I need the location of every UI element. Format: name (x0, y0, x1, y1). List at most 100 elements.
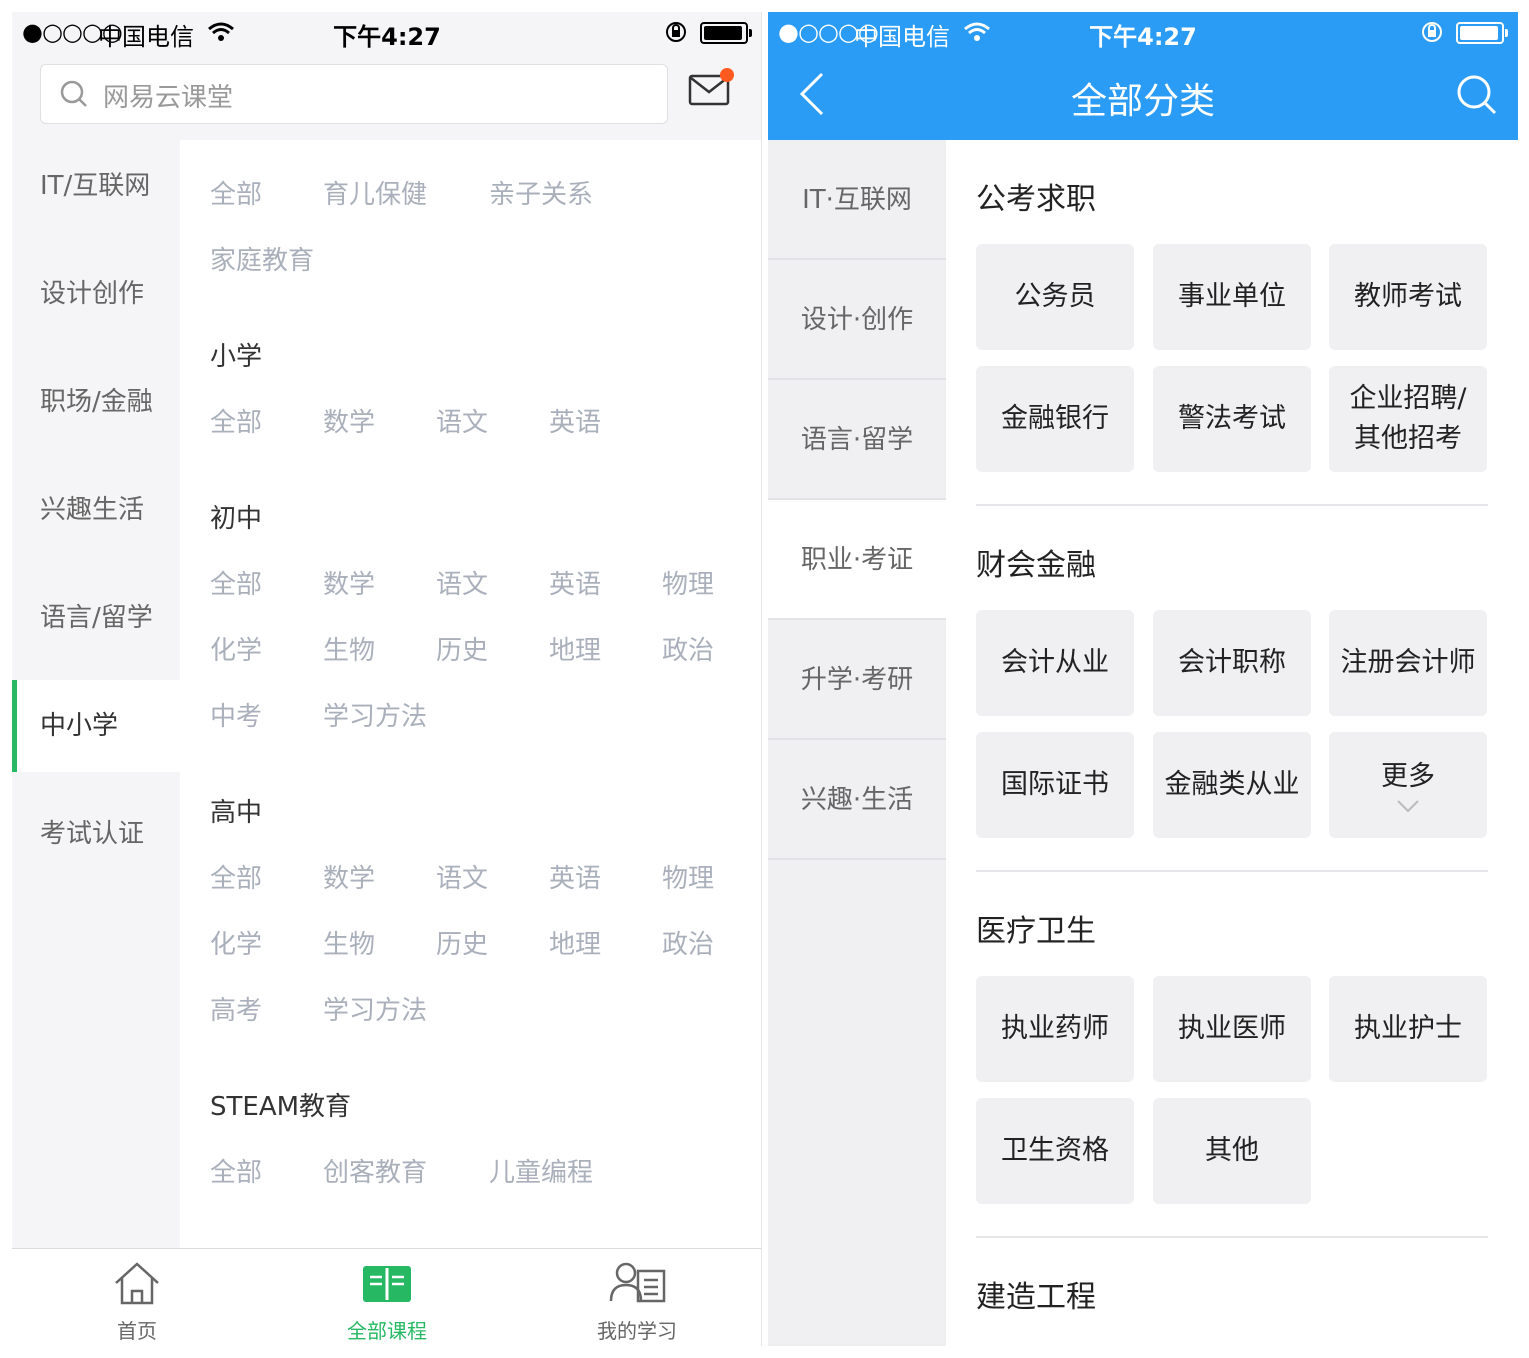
tag-zhongkao[interactable]: 中考 (210, 696, 262, 733)
category-cpa[interactable]: 注册会计师 (1329, 610, 1487, 716)
right-phone-screen: ●○○○○ 中国电信 下午4:27 全部分类 IT·互联网 设计·创作 语言·留… (768, 12, 1518, 1346)
mail-button[interactable] (688, 68, 734, 110)
section-divider (976, 870, 1488, 872)
status-bar: ●○○○○ 中国电信 下午4:27 (12, 12, 761, 52)
more-button[interactable]: 更多 (1329, 732, 1487, 838)
tag-junior-politics[interactable]: 政治 (662, 630, 714, 667)
tag-senior-all[interactable]: 全部 (210, 858, 262, 895)
search-placeholder: 网易云课堂 (103, 83, 234, 113)
sidebar-item-hobby[interactable]: 兴趣·生活 (768, 740, 946, 860)
section-divider (976, 1236, 1488, 1238)
category-sidebar: IT·互联网 设计·创作 语言·留学 职业·考证 升学·考研 兴趣·生活 (768, 140, 946, 1346)
section-title-construction: 建造工程 (976, 1280, 1096, 1315)
tag-all[interactable]: 全部 (210, 174, 262, 211)
category-enterprise-recruit[interactable]: 企业招聘/其他招考 (1329, 366, 1487, 472)
category-finance-bank[interactable]: 金融银行 (976, 366, 1134, 472)
category-sidebar: IT/互联网 设计创作 职场/金融 兴趣生活 语言/留学 中小学 考试认证 (12, 140, 180, 1248)
tag-primary-chinese[interactable]: 语文 (436, 402, 488, 439)
page-title: 全部分类 (1070, 81, 1215, 122)
sidebar-item-language[interactable]: 语言/留学 (12, 572, 180, 664)
tag-parenting-health[interactable]: 育儿保健 (323, 174, 427, 211)
tag-steam-all[interactable]: 全部 (210, 1152, 262, 1189)
tag-junior-english[interactable]: 英语 (549, 564, 601, 601)
sidebar-item-career-finance[interactable]: 职场/金融 (12, 356, 180, 448)
status-bar: ●○○○○ 中国电信 下午4:27 (768, 12, 1518, 52)
profile-list-icon (608, 1259, 668, 1309)
category-accounting-practice[interactable]: 会计从业 (976, 610, 1134, 716)
tag-junior-geography[interactable]: 地理 (549, 630, 601, 667)
sidebar-item-career-cert[interactable]: 职业·考证 (768, 500, 946, 620)
sidebar-item-postgrad[interactable]: 升学·考研 (768, 620, 946, 740)
category-teacher-exam[interactable]: 教师考试 (1329, 244, 1487, 350)
notification-dot (720, 68, 734, 82)
sidebar-item-language[interactable]: 语言·留学 (768, 380, 946, 500)
tag-senior-english[interactable]: 英语 (549, 858, 601, 895)
tag-primary-english[interactable]: 英语 (549, 402, 601, 439)
tag-junior-biology[interactable]: 生物 (323, 630, 375, 667)
k12-content-panel: 全部 育儿保健 亲子关系 家庭教育 小学 全部 数学 语文 英语 初中 全部 数… (180, 140, 761, 1248)
tab-home[interactable]: 首页 (12, 1249, 262, 1346)
tab-home-label: 首页 (117, 1319, 157, 1343)
sidebar-item-exam[interactable]: 考试认证 (12, 788, 180, 880)
tag-senior-math[interactable]: 数学 (323, 858, 375, 895)
tag-senior-physics[interactable]: 物理 (662, 858, 714, 895)
tag-junior-chemistry[interactable]: 化学 (210, 630, 262, 667)
tag-gaokao[interactable]: 高考 (210, 990, 262, 1027)
rotation-lock-icon (664, 20, 688, 50)
section-title-senior: 高中 (210, 798, 263, 828)
left-phone-screen: ●○○○○ 中国电信 下午4:27 网易云课堂 IT/互联网 设计创作 职场/金… (12, 12, 762, 1346)
tag-junior-chinese[interactable]: 语文 (436, 564, 488, 601)
status-time: 下午4:27 (333, 23, 441, 51)
sidebar-item-k12[interactable]: 中小学 (12, 680, 180, 772)
category-health-qualification[interactable]: 卫生资格 (976, 1098, 1134, 1204)
category-public-institution[interactable]: 事业单位 (1153, 244, 1311, 350)
tag-primary-math[interactable]: 数学 (323, 402, 375, 439)
category-pharmacist[interactable]: 执业药师 (976, 976, 1134, 1082)
category-accounting-title[interactable]: 会计职称 (1153, 610, 1311, 716)
tag-parent-child[interactable]: 亲子关系 (489, 174, 593, 211)
category-police-law[interactable]: 警法考试 (1153, 366, 1311, 472)
rotation-lock-icon (1420, 20, 1444, 50)
tag-kids-programming[interactable]: 儿童编程 (489, 1152, 593, 1189)
tag-maker-education[interactable]: 创客教育 (323, 1152, 427, 1189)
section-title-medical: 医疗卫生 (976, 914, 1096, 949)
tag-senior-biology[interactable]: 生物 (323, 924, 375, 961)
section-title-civil-service: 公考求职 (976, 182, 1096, 217)
tag-junior-math[interactable]: 数学 (323, 564, 375, 601)
tag-senior-chinese[interactable]: 语文 (436, 858, 488, 895)
tag-junior-history[interactable]: 历史 (436, 630, 488, 667)
tag-junior-physics[interactable]: 物理 (662, 564, 714, 601)
category-nurse[interactable]: 执业护士 (1329, 976, 1487, 1082)
category-intl-cert[interactable]: 国际证书 (976, 732, 1134, 838)
bottom-tab-bar: 首页 全部课程 我的学习 (12, 1248, 761, 1346)
tag-primary-all[interactable]: 全部 (210, 402, 262, 439)
category-civil-servant[interactable]: 公务员 (976, 244, 1134, 350)
sidebar-item-hobby[interactable]: 兴趣生活 (12, 464, 180, 556)
sidebar-item-it[interactable]: IT·互联网 (768, 140, 946, 260)
tab-my-learning-label: 我的学习 (597, 1319, 677, 1343)
battery-icon (1456, 22, 1508, 44)
tag-junior-all[interactable]: 全部 (210, 564, 262, 601)
tab-all-courses[interactable]: 全部课程 (262, 1249, 512, 1346)
category-finance-practice[interactable]: 金融类从业 (1153, 732, 1311, 838)
book-icon (362, 1259, 412, 1309)
tab-my-learning[interactable]: 我的学习 (512, 1249, 761, 1346)
home-icon (112, 1259, 162, 1309)
tag-senior-geography[interactable]: 地理 (549, 924, 601, 961)
search-icon[interactable] (1456, 74, 1498, 120)
section-divider (976, 504, 1488, 506)
section-title-junior: 初中 (210, 504, 263, 534)
search-input[interactable]: 网易云课堂 (40, 64, 668, 124)
category-physician[interactable]: 执业医师 (1153, 976, 1311, 1082)
more-label: 更多 (1381, 761, 1435, 792)
sidebar-item-design[interactable]: 设计·创作 (768, 260, 946, 380)
sidebar-item-design[interactable]: 设计创作 (12, 248, 180, 340)
tag-senior-history[interactable]: 历史 (436, 924, 488, 961)
tag-senior-politics[interactable]: 政治 (662, 924, 714, 961)
category-other[interactable]: 其他 (1153, 1098, 1311, 1204)
tag-junior-study-method[interactable]: 学习方法 (323, 696, 427, 733)
tag-senior-study-method[interactable]: 学习方法 (323, 990, 427, 1027)
tag-senior-chemistry[interactable]: 化学 (210, 924, 262, 961)
tag-family-education[interactable]: 家庭教育 (210, 240, 314, 277)
sidebar-item-it[interactable]: IT/互联网 (12, 140, 180, 232)
